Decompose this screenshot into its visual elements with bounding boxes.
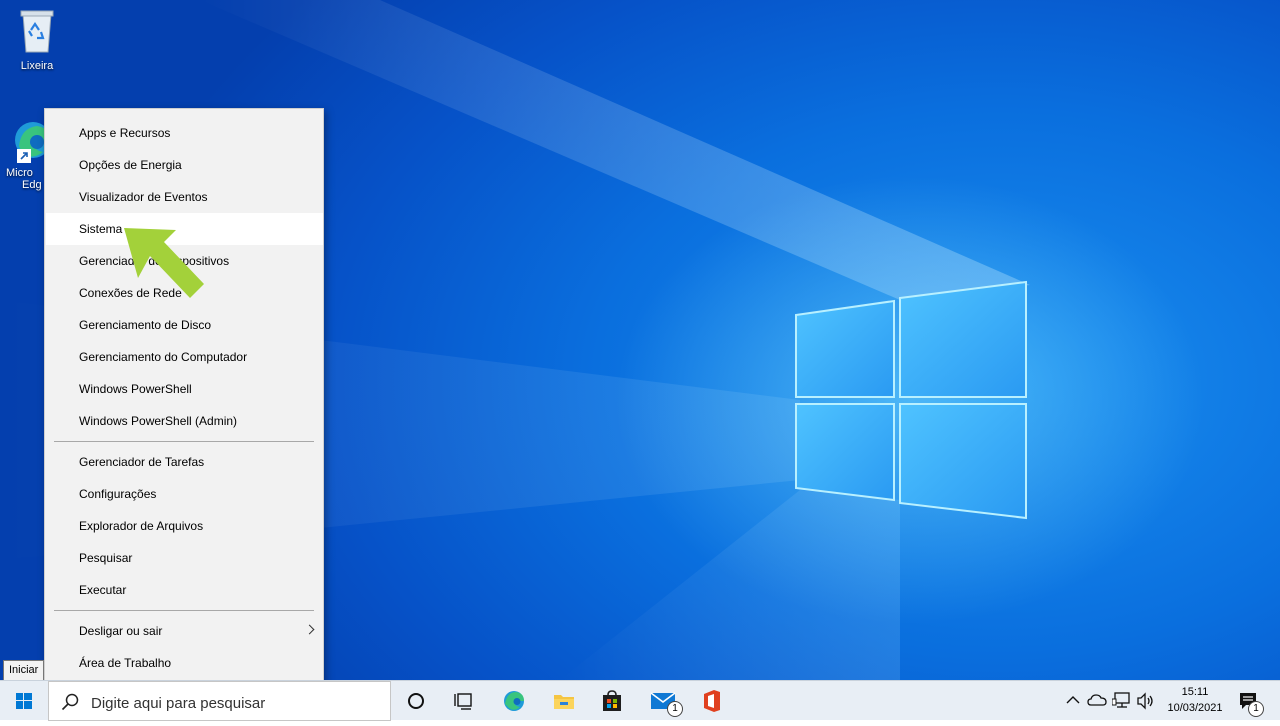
menu-item-label: Gerenciador de Tarefas [79,455,205,469]
chevron-right-icon [304,624,315,635]
menu-item-pesquisar[interactable]: Pesquisar [46,542,323,574]
start-button[interactable] [0,681,48,721]
menu-item-explorador-de-arquivos[interactable]: Explorador de Arquivos [46,510,323,542]
menu-item-apps-e-recursos[interactable]: Apps e Recursos [46,117,323,149]
menu-item-label: Opções de Energia [79,158,182,172]
onedrive-cloud-icon[interactable] [1087,693,1107,707]
menu-item-label: Configurações [79,487,157,501]
network-icon[interactable] [1112,692,1132,710]
menu-item-label: Explorador de Arquivos [79,519,204,533]
volume-icon[interactable] [1136,692,1156,710]
menu-item-opcoes-de-energia[interactable]: Opções de Energia [46,149,323,181]
start-tooltip: Iniciar [3,660,45,681]
menu-item-gerenciamento-do-computador[interactable]: Gerenciamento do Computador [46,341,323,373]
taskbar-search-box[interactable] [48,681,391,721]
menu-separator [54,610,314,611]
menu-item-label: Área de Trabalho [79,656,172,670]
cortana-button[interactable] [392,681,440,721]
clock-date: 10/03/2021 [1167,702,1223,714]
menu-separator [54,441,314,442]
taskbar-file-explorer[interactable] [540,681,588,721]
recycle-bin-desktop-icon[interactable]: Lixeira [0,8,74,72]
windows-start-icon [16,693,32,709]
menu-item-label: Pesquisar [79,551,133,565]
search-icon [61,693,79,711]
search-input[interactable] [89,691,383,715]
menu-item-executar[interactable]: Executar [46,574,323,606]
taskbar-office[interactable] [688,681,736,721]
menu-item-label: Windows PowerShell [79,382,192,396]
shortcut-arrow-icon [17,149,31,163]
office-icon [704,690,720,712]
menu-item-area-de-trabalho[interactable]: Área de Trabalho [46,647,323,679]
edge-icon [504,691,524,711]
chevron-up-icon[interactable] [1066,695,1080,705]
winx-context-menu: Apps e Recursos Opções de Energia Visual… [44,108,324,687]
taskbar: 1 15:11 10/03/2021 1 [0,680,1280,721]
menu-item-label: Windows PowerShell (Admin) [79,414,238,428]
taskbar-store[interactable] [588,681,636,721]
notification-count-badge: 1 [1248,701,1264,717]
taskbar-mail[interactable]: 1 [638,681,686,721]
menu-item-label: Gerenciamento de Disco [79,318,212,332]
taskbar-edge[interactable] [490,681,538,721]
cortana-circle-icon [408,693,424,709]
menu-item-gerenciamento-de-disco[interactable]: Gerenciamento de Disco [46,309,323,341]
menu-item-label: Visualizador de Eventos [79,190,208,204]
green-arrow-annotation [124,228,204,298]
menu-item-label: Desligar ou sair [79,624,163,638]
task-view-button[interactable] [440,681,488,721]
menu-item-windows-powershell-admin[interactable]: Windows PowerShell (Admin) [46,405,323,437]
mail-count-badge: 1 [667,701,683,717]
menu-item-windows-powershell[interactable]: Windows PowerShell [46,373,323,405]
menu-item-visualizador-de-eventos[interactable]: Visualizador de Eventos [46,181,323,213]
folder-icon [554,695,574,709]
store-bag-icon [603,690,621,711]
recycle-bin-icon [0,8,74,57]
menu-item-configuracoes[interactable]: Configurações [46,478,323,510]
task-view-icon [454,693,472,710]
taskbar-clock[interactable]: 15:11 10/03/2021 [1160,684,1230,716]
recycle-bin-label: Lixeira [20,60,54,72]
menu-item-label: Sistema [79,222,123,236]
menu-item-gerenciador-de-tarefas[interactable]: Gerenciador de Tarefas [46,446,323,478]
menu-item-label: Gerenciamento do Computador [79,350,248,364]
menu-item-desligar-ou-sair[interactable]: Desligar ou sair [46,615,323,647]
menu-item-label: Executar [79,583,127,597]
action-center-button[interactable]: 1 [1232,681,1280,721]
menu-item-label: Apps e Recursos [79,126,171,140]
clock-time: 15:11 [1181,686,1209,698]
